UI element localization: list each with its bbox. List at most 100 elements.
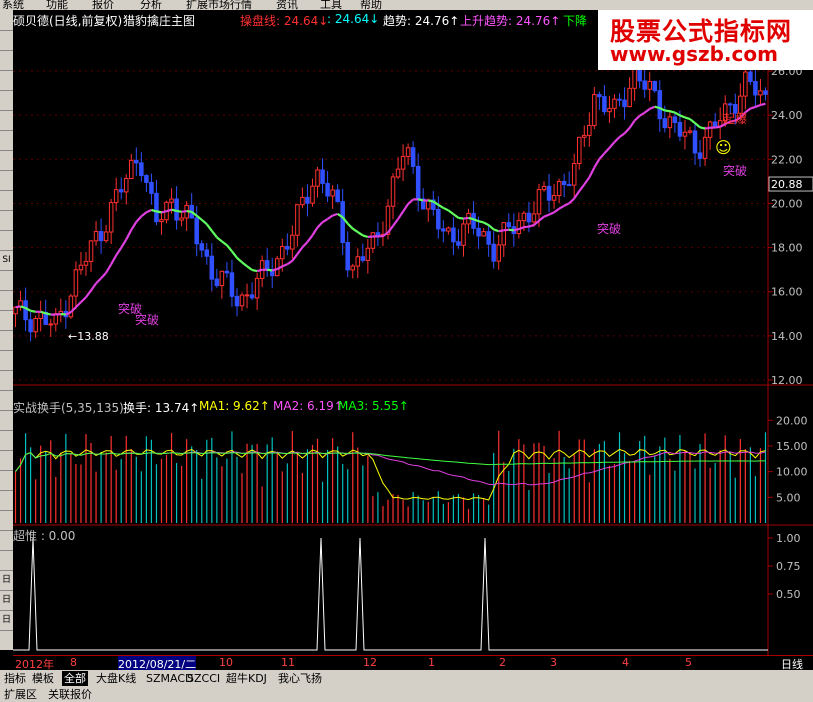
toolbar-button[interactable] <box>0 410 13 431</box>
trend-line-segment <box>513 228 520 232</box>
legend-item: 操盘线: 24.64↓ <box>240 14 329 28</box>
toolbar-button[interactable] <box>0 10 13 31</box>
trend-line-segment <box>115 247 123 256</box>
vol-tick-label: 5.00 <box>776 491 801 504</box>
menu-item[interactable]: 帮助 <box>360 0 382 10</box>
trend-line-segment <box>161 210 167 214</box>
candle-body <box>405 147 411 157</box>
candle-body <box>244 294 250 297</box>
toolbar-button[interactable] <box>0 290 13 311</box>
menu-item[interactable]: 扩展市场行情 <box>186 0 252 10</box>
trend-line-segment <box>236 257 243 264</box>
menu-item[interactable]: 功能 <box>46 0 68 10</box>
trend-line-segment <box>20 305 26 310</box>
date-axis: 2012年 8 2012/08/21/二 10 11 12 1 2 3 4 5 日线 <box>13 655 813 672</box>
toolbar-button[interactable] <box>0 270 13 291</box>
trend-line-segment <box>618 132 626 138</box>
candle-body <box>78 264 84 271</box>
breakout-label: 突破 <box>597 221 621 236</box>
candle-body <box>48 323 54 326</box>
toolbar-button[interactable] <box>0 150 13 171</box>
trend-line-segment <box>664 109 671 113</box>
toolbar-button[interactable] <box>0 550 13 571</box>
toolbar-button[interactable] <box>0 390 13 411</box>
indicator-tab[interactable]: SZCCI <box>185 671 222 686</box>
toolbar-button[interactable] <box>0 130 13 151</box>
candle-body <box>108 202 114 233</box>
trend-line-segment <box>563 202 570 207</box>
volume-ma-line <box>15 452 766 472</box>
trend-line-segment <box>100 271 107 280</box>
candle-body <box>209 255 215 280</box>
menu-item[interactable]: 系统 <box>2 0 24 10</box>
candle-body <box>83 260 89 266</box>
toolbar-button[interactable]: 日 <box>0 570 13 591</box>
toolbar-button[interactable] <box>0 470 13 491</box>
trend-line-segment <box>130 221 138 231</box>
trend-line-segment <box>246 265 253 271</box>
volume-ma-line <box>15 448 766 501</box>
toolbar-button[interactable] <box>0 370 13 391</box>
trend-line-segment <box>458 216 464 220</box>
menu-item[interactable]: 分析 <box>140 0 162 10</box>
toolbar-button[interactable] <box>0 210 13 231</box>
candle-body <box>139 162 144 177</box>
chart-area[interactable]: 26.00 24.00 22.00 20.00 18.00 16.00 14.00 12.00… <box>13 10 813 655</box>
trend-line-segment <box>573 190 581 200</box>
menu-item[interactable]: 工具 <box>320 0 342 10</box>
trend-line-segment <box>468 216 474 221</box>
candle-body <box>481 231 486 237</box>
candle-body <box>214 278 220 287</box>
trend-line-segment <box>623 127 631 135</box>
indicator-tab[interactable]: 指标 <box>2 671 28 686</box>
left-toolbar: SI 日日日 <box>0 10 13 650</box>
trend-line-segment <box>760 102 766 107</box>
toolbar-button[interactable] <box>0 450 13 471</box>
trend-line-segment <box>306 234 314 243</box>
trend-line-segment <box>428 199 434 203</box>
toolbar-button[interactable] <box>0 490 13 511</box>
candle-body <box>415 165 421 200</box>
toolbar-button[interactable] <box>0 310 13 331</box>
toolbar-button[interactable] <box>0 430 13 451</box>
toolbar-button[interactable] <box>0 110 13 131</box>
indicator-tab[interactable]: 大盘K线 <box>94 671 138 686</box>
date-label: 8 <box>70 656 77 669</box>
toolbar-button[interactable]: 日 <box>0 590 13 611</box>
trend-line-segment <box>90 282 97 292</box>
toolbar-button[interactable] <box>0 50 13 71</box>
price-tick-label: 12.00 <box>771 374 803 387</box>
indicator-tab[interactable]: 我心飞扬 <box>276 671 324 686</box>
candle-body <box>647 80 652 90</box>
bottom-tab[interactable]: 扩展区 <box>2 687 39 702</box>
trend-line-segment <box>110 254 118 265</box>
indicator-tab[interactable]: 模板 <box>30 671 56 686</box>
candle-body <box>441 228 446 232</box>
toolbar-button[interactable] <box>0 530 13 551</box>
toolbar-button[interactable] <box>0 330 13 351</box>
toolbar-button[interactable] <box>0 230 13 251</box>
toolbar-button[interactable] <box>0 190 13 211</box>
menu-item[interactable]: 报价 <box>92 0 114 10</box>
toolbar-button[interactable] <box>0 90 13 111</box>
trend-line-segment <box>593 158 601 169</box>
menu-item[interactable]: 资讯 <box>276 0 298 10</box>
indicator-tab[interactable]: 超牛KDJ <box>224 671 269 686</box>
candle-body <box>123 178 129 193</box>
toolbar-button[interactable] <box>0 170 13 191</box>
candle-body <box>763 90 768 95</box>
toolbar-button[interactable]: 日 <box>0 610 13 631</box>
toolbar-button[interactable] <box>0 30 13 51</box>
toolbar-button[interactable] <box>0 350 13 371</box>
trend-line-segment <box>588 166 596 178</box>
toolbar-button[interactable] <box>0 70 13 91</box>
trend-line-segment <box>689 118 696 124</box>
trend-line-segment <box>463 216 469 220</box>
indicator-tab[interactable]: 全部 <box>62 671 88 686</box>
candle-body <box>592 94 597 127</box>
toolbar-button[interactable] <box>0 510 13 531</box>
trend-line-segment <box>704 126 711 130</box>
candle-body <box>159 219 164 223</box>
toolbar-button[interactable]: SI <box>0 250 13 271</box>
bottom-tab[interactable]: 关联报价 <box>46 687 94 702</box>
